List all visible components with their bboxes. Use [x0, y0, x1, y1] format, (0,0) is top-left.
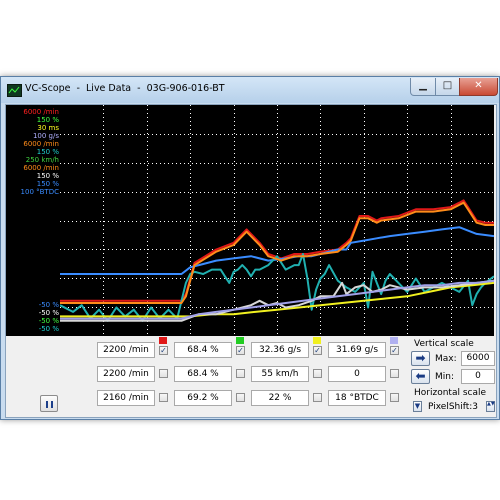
series-color-swatch	[313, 337, 321, 344]
pixelshift-down-button[interactable]: ▼	[413, 401, 422, 412]
value-field: 2160 /min	[97, 390, 155, 406]
value-field: 32.36 g/s	[251, 342, 309, 358]
channel-checkbox[interactable]	[159, 393, 168, 402]
scope-chart	[59, 105, 495, 336]
value-field: 18 °BTDC	[328, 390, 386, 406]
pixelshift-stepper[interactable]: ▲▼	[486, 401, 495, 412]
legend-top-label: 6000 /min	[23, 164, 59, 172]
legend-top-label: 100 °BTDC	[20, 188, 59, 196]
maximize-icon: □	[442, 80, 453, 91]
series-line-5	[60, 279, 495, 320]
channel-checkbox[interactable]: ✓	[159, 346, 168, 355]
right-arrow-button[interactable]: ➡	[411, 351, 430, 366]
legend-top-label: 250 km/h	[25, 156, 59, 164]
close-icon: ✕	[474, 80, 483, 91]
max-input[interactable]: 6000	[461, 351, 495, 366]
legend-top-label: 30 ms	[37, 124, 59, 132]
min-input[interactable]: 0	[461, 369, 495, 384]
value-field: 0	[328, 366, 386, 382]
pixelshift-label: PixelShift:3	[428, 402, 479, 412]
value-field: 2200 /min	[97, 366, 155, 382]
channel-checkbox[interactable]	[313, 369, 322, 378]
channel-checkbox[interactable]	[236, 369, 245, 378]
legend-bottom-label: -50 %	[38, 309, 59, 317]
legend-bottom-label: -50 %	[38, 301, 59, 309]
channel-checkbox[interactable]	[236, 393, 245, 402]
value-field: 68.4 %	[174, 342, 232, 358]
value-field: 55 km/h	[251, 366, 309, 382]
maximize-button[interactable]: □	[435, 78, 460, 96]
value-field: 31.69 g/s	[328, 342, 386, 358]
vc-scope-window: VC-Scope - Live Data - 03G-906-016-BT ▁ …	[0, 76, 500, 420]
legend-bottom-label: -50 %	[38, 317, 59, 325]
vertical-scale-label: Vertical scale	[414, 339, 474, 349]
value-field: 22 %	[251, 390, 309, 406]
pause-icon	[46, 401, 48, 408]
channel-checkbox[interactable]	[159, 369, 168, 378]
legend-top-label: 100 g/s	[32, 132, 59, 140]
channel-legend: 6000 /min 150 % 30 ms 100 g/s 6000 /min 150 %…	[6, 105, 60, 336]
horizontal-scale-label: Horizontal scale	[414, 388, 487, 398]
window-title: VC-Scope - Live Data - 03G-906-016-BT	[25, 83, 225, 94]
series-line-1	[60, 226, 495, 275]
legend-bottom-label: -50 %	[38, 325, 59, 333]
app-icon	[7, 84, 22, 97]
min-label: Min:	[435, 372, 455, 382]
legend-top-label: 6000 /min	[23, 140, 59, 148]
value-field: 69.2 %	[174, 390, 232, 406]
legend-top-label: 6000 /min	[23, 108, 59, 116]
channel-checkbox[interactable]	[313, 393, 322, 402]
minimize-button[interactable]: ▁	[410, 78, 436, 96]
legend-top-label: 150 %	[36, 180, 59, 188]
legend-top-label: 150 %	[36, 116, 59, 124]
channel-checkbox[interactable]	[390, 369, 399, 378]
series-color-swatch	[159, 337, 167, 344]
channel-checkbox[interactable]: ✓	[313, 346, 322, 355]
close-button[interactable]: ✕	[459, 78, 498, 96]
max-label: Max:	[435, 354, 457, 364]
series-color-swatch	[236, 337, 244, 344]
client-area: 6000 /min 150 % 30 ms 100 g/s 6000 /min 150 %…	[5, 104, 497, 418]
channel-checkbox[interactable]	[390, 393, 399, 402]
value-field: 2200 /min	[97, 342, 155, 358]
left-arrow-button[interactable]: ⬅	[411, 369, 430, 384]
minimize-icon: ▁	[419, 80, 427, 91]
scope-plot	[59, 105, 495, 336]
pause-icon	[51, 401, 53, 408]
legend-top-label: 150 %	[36, 172, 59, 180]
value-field: 68.4 %	[174, 366, 232, 382]
channel-checkbox[interactable]: ✓	[236, 346, 245, 355]
series-color-swatch	[390, 337, 398, 344]
pause-button[interactable]	[40, 395, 58, 412]
channel-checkbox[interactable]: ✓	[390, 346, 399, 355]
legend-top-label: 150 %	[36, 148, 59, 156]
title-bar[interactable]: VC-Scope - Live Data - 03G-906-016-BT ▁ …	[1, 77, 499, 103]
